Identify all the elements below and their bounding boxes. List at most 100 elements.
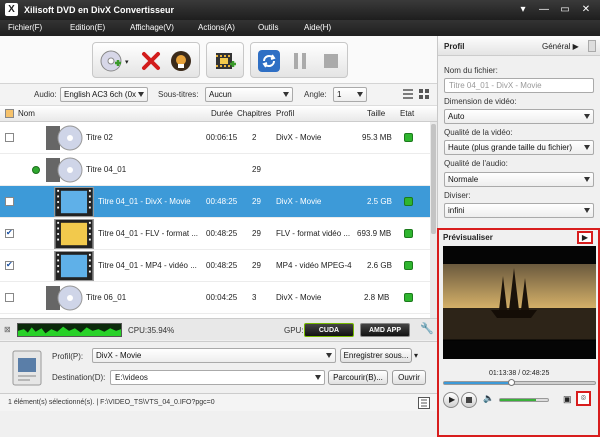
table-row[interactable]: Titre 02 00:06:15 2 DivX - Movie 95.3 MB (0, 122, 430, 154)
menu-fichier[interactable]: Fichier(F) (8, 23, 42, 32)
clear-icon[interactable] (169, 49, 193, 73)
seek-bar[interactable] (443, 379, 596, 386)
collapse-icon[interactable] (32, 166, 40, 174)
video-dim-value: Auto (448, 112, 465, 121)
add-profile-icon[interactable] (213, 49, 237, 73)
app-window: X Xilisoft DVD en DivX Convertisseur ▾ —… (0, 0, 600, 437)
col-duration[interactable]: Durée (211, 109, 233, 118)
menu-actions[interactable]: Actions(A) (198, 23, 235, 32)
film-thumbnail (54, 251, 94, 281)
table-row[interactable]: Titre 04_01 - MP4 - vidéo ... 00:48:25 2… (0, 250, 430, 282)
status-ok-icon (404, 229, 413, 238)
profile-select[interactable]: DivX - Movie (92, 348, 336, 363)
table-row[interactable]: Titre 04_01 - FLV - format ... 00:48:25 … (0, 218, 430, 250)
video-quality-value: Haute (plus grande taille du fichier) (448, 143, 573, 152)
close-button[interactable]: ✕ (576, 3, 596, 17)
row-size: 693.9 MB (357, 229, 392, 238)
chevron-down-icon (283, 92, 289, 97)
pause-icon[interactable] (288, 49, 312, 73)
list-scrollbar[interactable] (430, 122, 437, 318)
col-size[interactable]: Taille (367, 109, 385, 118)
angle-select[interactable]: 1 (333, 87, 367, 102)
close-icon[interactable]: ⊠ (4, 325, 11, 334)
row-size: 2.6 GB (367, 261, 392, 270)
panel-scroll-handle[interactable] (588, 40, 596, 52)
table-row[interactable]: Titre 04_01 - DivX - Movie 00:48:25 29 D… (0, 186, 430, 218)
menu-outils[interactable]: Outils (258, 23, 278, 32)
menu-edition[interactable]: Edition(E) (70, 23, 105, 32)
chevron-down-icon (584, 114, 590, 119)
toolbar: ▾ (0, 36, 437, 84)
stop-button[interactable] (461, 392, 477, 408)
status-ok-icon (404, 197, 413, 206)
select-all-checkbox[interactable] (5, 109, 14, 118)
profile-icon (12, 350, 42, 386)
profile-panel-title: Profil (444, 42, 465, 51)
table-row[interactable]: Titre 04_01 29 (0, 154, 430, 186)
row-title: Titre 04_01 (86, 165, 127, 174)
row-size: 2.5 GB (367, 197, 392, 206)
cpu-usage: CPU:35.94% (128, 326, 175, 335)
row-checkbox[interactable] (5, 133, 14, 142)
gpu-label: GPU: (284, 326, 304, 335)
video-dim-select[interactable]: Auto (444, 109, 594, 124)
snapshot-folder-icon[interactable]: ▣ (563, 394, 572, 405)
video-quality-select[interactable]: Haute (plus grande taille du fichier) (444, 140, 594, 155)
chevron-down-icon[interactable]: ▾ (414, 351, 418, 360)
split-select[interactable]: infini (444, 203, 594, 218)
log-icon[interactable] (418, 397, 430, 409)
row-checkbox[interactable] (5, 260, 14, 270)
profile-panel-header: Profil Général ▶ (438, 36, 600, 56)
subtitles-select[interactable]: Aucun (205, 87, 293, 102)
file-name-field[interactable]: Titre 04_01 - DivX - Movie (444, 78, 594, 93)
row-checkbox[interactable] (5, 197, 14, 206)
amd-badge[interactable]: AMD APP (360, 323, 410, 337)
destination-field[interactable]: E:\videos (110, 370, 325, 385)
table-header: Nom Durée Chapitres Profil Taille Etat (0, 106, 437, 122)
open-button[interactable]: Ouvrir (392, 370, 426, 385)
volume-icon[interactable]: 🔈 (483, 393, 494, 404)
minimize-button[interactable]: — (534, 3, 554, 17)
general-toggle[interactable]: Général ▶ (542, 42, 579, 51)
seek-handle[interactable] (508, 379, 515, 386)
wrench-icon[interactable]: 🔧 (420, 322, 434, 335)
preview-title: Prévisualiser (443, 233, 493, 242)
save-as-label: Enregistrer sous... (343, 351, 409, 360)
scrollbar-thumb[interactable] (431, 124, 436, 234)
row-checkbox[interactable] (5, 293, 14, 302)
menu-affichage[interactable]: Affichage(V) (130, 23, 174, 32)
volume-slider[interactable] (499, 398, 549, 402)
detail-view-icon[interactable] (418, 88, 430, 100)
profile-value: DivX - Movie (96, 351, 142, 360)
status-ok-icon (404, 293, 413, 302)
window-menu-button[interactable]: ▾ (513, 3, 533, 17)
table-row[interactable]: Titre 06_01 00:04:25 3 DivX - Movie 2.8 … (0, 282, 430, 314)
play-preview-icon[interactable]: ▶ (577, 231, 593, 244)
list-view-icon[interactable] (402, 88, 414, 100)
save-as-button[interactable]: Enregistrer sous... (340, 348, 412, 363)
row-profile: DivX - Movie (276, 293, 322, 302)
add-dvd-icon[interactable] (99, 49, 123, 73)
delete-icon[interactable] (139, 49, 163, 73)
row-checkbox[interactable] (5, 228, 14, 238)
browse-button[interactable]: Parcourir(B)... (328, 370, 388, 385)
chevron-down-icon[interactable]: ▾ (125, 58, 129, 66)
col-name[interactable]: Nom (18, 109, 35, 118)
col-status[interactable]: Etat (400, 109, 414, 118)
film-thumbnail (54, 187, 94, 217)
menu-aide[interactable]: Aide(H) (304, 23, 331, 32)
play-button[interactable]: ▶ (443, 392, 459, 408)
cuda-badge[interactable]: CUDA (304, 323, 354, 337)
audio-quality-select[interactable]: Normale (444, 172, 594, 187)
profile-label: Profil(P): (52, 352, 84, 361)
row-profile: FLV - format vidéo ... (276, 229, 351, 238)
maximize-button[interactable]: ▭ (555, 3, 575, 17)
chevron-down-icon (138, 92, 144, 97)
stop-icon[interactable] (319, 49, 343, 73)
camera-icon[interactable]: ⌾ (576, 391, 591, 406)
refresh-icon[interactable] (257, 49, 281, 73)
col-chapters[interactable]: Chapitres (237, 109, 271, 118)
play-icon: ▶ (449, 395, 456, 404)
audio-select[interactable]: English AC3 6ch (0x (60, 87, 148, 102)
col-profile[interactable]: Profil (276, 109, 294, 118)
